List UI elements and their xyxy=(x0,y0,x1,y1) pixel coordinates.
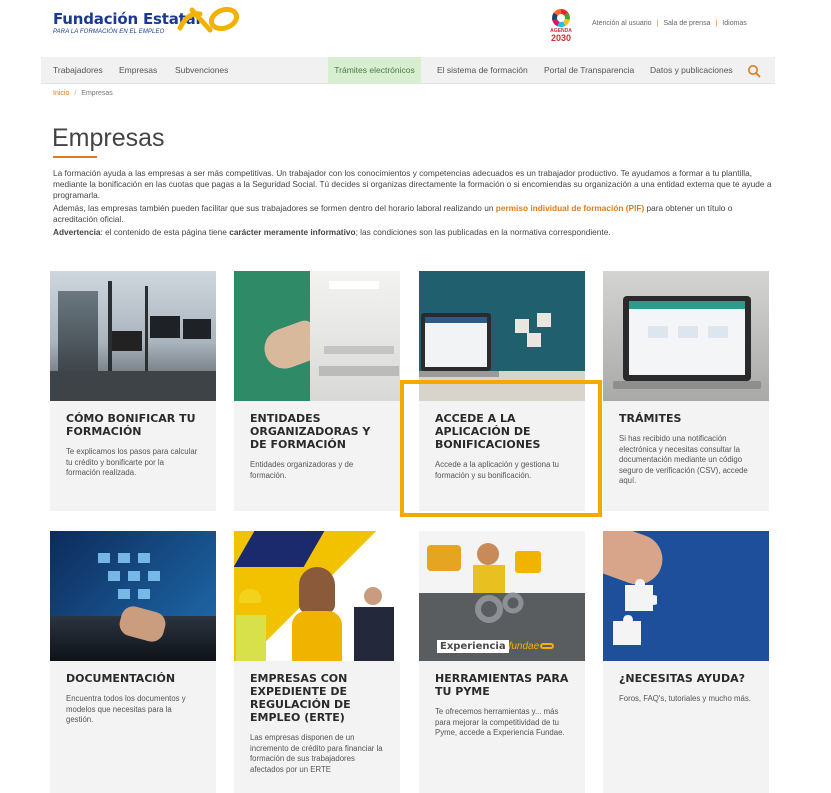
experiencia-fundae-banner: Experiencia fundae xyxy=(419,531,585,661)
title-underline xyxy=(53,156,97,158)
card-description: Encuentra todos los documentos y modelos… xyxy=(66,694,186,724)
workers-photo xyxy=(234,531,400,661)
nav-item-sistema-formacion[interactable]: El sistema de formación xyxy=(437,57,528,84)
nav-item-tramites-electronicos[interactable]: Trámites electrónicos xyxy=(328,57,421,84)
puzzle-photo xyxy=(603,531,769,661)
intro-paragraph-2: Además, las empresas también pueden faci… xyxy=(53,203,773,225)
office-photo xyxy=(50,271,216,401)
card-erte[interactable]: EMPRESAS CON EXPEDIENTE DE REGULACIÓN DE… xyxy=(234,531,400,793)
intro-paragraph-1: La formación ayuda a las empresas a ser … xyxy=(53,168,772,200)
card-description: Te explicamos los pasos para calcular tu… xyxy=(66,447,198,477)
card-necesitas-ayuda[interactable]: ¿NECESITAS AYUDA? Foros, FAQ's, tutorial… xyxy=(603,531,769,793)
classroom-photo xyxy=(234,271,400,401)
breadcrumb-home[interactable]: Inicio xyxy=(53,90,69,97)
gears-icon xyxy=(475,592,524,623)
card-description: Si has recibido una notificación electró… xyxy=(619,434,748,485)
fundae-mark-icon xyxy=(540,643,555,650)
link-idiomas[interactable]: Idiomas xyxy=(722,20,747,27)
digital-documents-photo xyxy=(50,531,216,661)
card-accede-aplicacion[interactable]: ACCEDE A LA APLICACIÓN DE BONIFICACIONES… xyxy=(419,271,585,511)
intro-p3-text: : el contenido de esta página tiene xyxy=(100,227,230,237)
card-description: Te ofrecemos herramientas y... más para … xyxy=(435,707,565,737)
experiencia-brand: fundae xyxy=(508,641,540,652)
breadcrumb: Inicio / Empresas xyxy=(53,90,113,97)
card-title: CÓMO BONIFICAR TU FORMACIÓN xyxy=(66,412,196,438)
card-entidades[interactable]: ENTIDADES ORGANIZADORAS Y DE FORMACIÓN E… xyxy=(234,271,400,511)
card-title: ¿NECESITAS AYUDA? xyxy=(619,672,746,685)
agenda-year: 2030 xyxy=(550,33,572,43)
nav-item-trabajadores[interactable]: Trabajadores xyxy=(53,57,103,84)
utility-links: Atención al usuario | Sala de prensa | Idiom… xyxy=(592,20,747,27)
link-separator: | xyxy=(656,20,659,27)
intro-paragraph-3: Advertencia: el contenido de esta página… xyxy=(53,227,773,238)
nav-item-empresas[interactable]: Empresas xyxy=(119,57,157,84)
laptop-screen-photo xyxy=(603,271,769,401)
puzzle-piece-icon xyxy=(625,579,657,611)
link-atencion-usuario[interactable]: Atención al usuario xyxy=(592,20,652,27)
card-title: TRÁMITES xyxy=(619,412,682,425)
card-title: HERRAMIENTAS PARA TU PYME xyxy=(435,672,569,698)
card-description: Entidades organizadoras y de formación. xyxy=(250,460,354,480)
experiencia-label: Experiencia xyxy=(437,640,509,653)
experiencia-badge: Experiencia fundae xyxy=(437,640,555,653)
nav-item-subvenciones[interactable]: Subvenciones xyxy=(175,57,228,84)
card-title: ACCEDE A LA APLICACIÓN DE BONIFICACIONES xyxy=(435,412,541,451)
card-tramites[interactable]: TRÁMITES Si has recibido una notificació… xyxy=(603,271,769,511)
intro-p2-text: Además, las empresas también pueden faci… xyxy=(53,203,496,213)
intro-p3-tail: ; las condiciones son las publicadas en … xyxy=(355,227,611,237)
card-como-bonificar[interactable]: CÓMO BONIFICAR TU FORMACIÓN Te explicamo… xyxy=(50,271,216,511)
card-description: Foros, FAQ's, tutoriales y mucho más. xyxy=(619,694,751,703)
breadcrumb-current: Empresas xyxy=(81,90,113,97)
advertencia-label: Advertencia xyxy=(53,227,101,237)
card-title: ENTIDADES ORGANIZADORAS Y DE FORMACIÓN xyxy=(250,412,371,451)
intro-text: La formación ayuda a las empresas a ser … xyxy=(53,168,773,240)
nav-item-datos-publicaciones[interactable]: Datos y publicaciones xyxy=(650,57,733,84)
puzzle-piece-icon xyxy=(613,615,641,645)
main-nav: Trabajadores Empresas Subvenciones Trámi… xyxy=(41,57,775,84)
fundae-logo-mark-icon xyxy=(177,6,240,33)
page-title: Empresas xyxy=(52,124,165,152)
search-icon[interactable] xyxy=(747,64,761,78)
card-documentacion[interactable]: DOCUMENTACIÓN Encuentra todos los docume… xyxy=(50,531,216,793)
breadcrumb-separator: / xyxy=(74,90,77,97)
agenda-2030-logo[interactable]: AGENDA 2030 xyxy=(548,9,574,43)
link-sala-prensa[interactable]: Sala de prensa xyxy=(663,20,710,27)
informativo-bold: carácter meramente informativo xyxy=(229,227,356,237)
card-description: Las empresas disponen de un incremento d… xyxy=(250,733,383,774)
laptop-desk-photo xyxy=(419,271,585,401)
card-description: Accede a la aplicación y gestiona tu for… xyxy=(435,460,559,480)
link-separator: | xyxy=(715,20,718,27)
card-title: DOCUMENTACIÓN xyxy=(66,672,176,685)
card-title: EMPRESAS CON EXPEDIENTE DE REGULACIÓN DE… xyxy=(250,672,351,724)
nav-item-portal-transparencia[interactable]: Portal de Transparencia xyxy=(544,57,634,84)
site-header: Fundación Estatal PARA LA FORMACIÓN EN E… xyxy=(0,0,831,52)
pif-link[interactable]: permiso individual de formación (PIF) xyxy=(496,203,644,213)
card-herramientas-pyme[interactable]: Experiencia fundae HERRAMIENTAS PARA TU P… xyxy=(419,531,585,793)
sdg-wheel-icon xyxy=(552,9,570,27)
